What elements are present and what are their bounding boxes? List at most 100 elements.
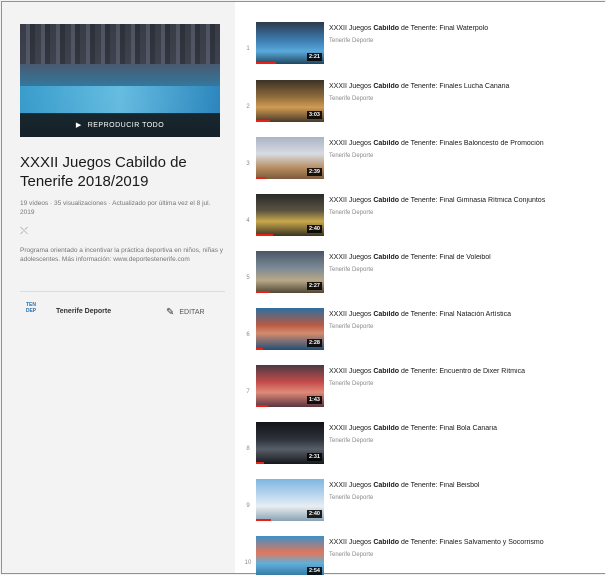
title-rest: de Tenerife: Finales Lucha Canaria [399, 83, 510, 90]
title-prefix: XXXII Juegos [329, 254, 374, 261]
playlist-hero-thumbnail[interactable]: ▶ REPRODUCIR TODO [20, 24, 220, 137]
edit-button[interactable]: ✎ EDITAR [166, 305, 205, 319]
video-duration: 2:54 [306, 567, 322, 575]
video-channel[interactable]: Tenerife Deporte [329, 495, 373, 501]
playlist-item[interactable]: 1 2:21 XXXII Juegos Cabildo de Tenerife:… [235, 22, 606, 74]
video-thumbnail[interactable]: 3:03 [256, 80, 324, 122]
video-title[interactable]: XXXII Juegos Cabildo de Tenerife: Final … [329, 254, 604, 261]
video-duration: 2:40 [306, 225, 322, 233]
playlist-item[interactable]: 3 2:39 XXXII Juegos Cabildo de Tenerife:… [235, 137, 606, 189]
title-bold: Cabildo [373, 83, 400, 90]
video-title[interactable]: XXXII Juegos Cabildo de Tenerife: Final … [329, 197, 604, 204]
title-bold: Cabildo [373, 311, 400, 318]
item-index: 6 [246, 332, 250, 338]
playlist-item[interactable]: 8 2:31 XXXII Juegos Cabildo de Tenerife:… [235, 422, 606, 474]
title-bold: Cabildo [373, 25, 400, 32]
video-title[interactable]: XXXII Juegos Cabildo de Tenerife: Finale… [329, 140, 604, 147]
play-all-button[interactable]: ▶ REPRODUCIR TODO [20, 113, 220, 137]
video-duration: 2:27 [306, 282, 322, 290]
watch-progress [256, 405, 269, 407]
item-index: 3 [246, 161, 250, 167]
title-bold: Cabildo [373, 368, 400, 375]
sidebar-divider [20, 291, 225, 292]
title-bold: Cabildo [373, 425, 400, 432]
video-channel[interactable]: Tenerife Deporte [329, 552, 373, 558]
item-index: 9 [246, 503, 250, 509]
title-rest: de Tenerife: Final Bola Canaria [399, 425, 497, 432]
video-thumbnail[interactable]: 2:28 [256, 308, 324, 350]
video-thumbnail[interactable]: 2:27 [256, 251, 324, 293]
video-channel[interactable]: Tenerife Deporte [329, 438, 373, 444]
video-channel[interactable]: Tenerife Deporte [329, 210, 373, 216]
video-thumbnail[interactable]: 2:40 [256, 194, 324, 236]
watch-progress [256, 234, 273, 236]
playlist-item[interactable]: 4 2:40 XXXII Juegos Cabildo de Tenerife:… [235, 194, 606, 246]
video-title[interactable]: XXXII Juegos Cabildo de Tenerife: Encuen… [329, 368, 604, 375]
title-rest: de Tenerife: Final Waterpolo [399, 25, 489, 32]
watch-progress [256, 62, 277, 64]
video-channel[interactable]: Tenerife Deporte [329, 324, 373, 330]
video-duration: 2:28 [306, 339, 322, 347]
playlist-item[interactable]: 2 3:03 XXXII Juegos Cabildo de Tenerife:… [235, 80, 606, 132]
video-channel[interactable]: Tenerife Deporte [329, 267, 373, 273]
title-bold: Cabildo [373, 197, 400, 204]
video-title[interactable]: XXXII Juegos Cabildo de Tenerife: Finale… [329, 539, 604, 546]
title-prefix: XXXII Juegos [329, 539, 374, 546]
item-index: 2 [246, 104, 250, 110]
playlist-meta: 19 vídeos · 35 visualizaciones · Actuali… [20, 200, 211, 216]
video-duration: 3:03 [306, 111, 322, 119]
title-prefix: XXXII Juegos [329, 197, 374, 204]
title-prefix: XXXII Juegos [329, 140, 374, 147]
watch-progress [256, 519, 271, 521]
title-bold: Cabildo [373, 254, 400, 261]
video-duration: 2:21 [306, 53, 322, 61]
playlist-owner: TEN DEP Tenerife Deporte ✎ EDITAR [20, 302, 225, 324]
video-title[interactable]: XXXII Juegos Cabildo de Tenerife: Finale… [329, 83, 604, 90]
play-icon: ▶ [75, 122, 82, 129]
title-rest: de Tenerife: Final Beisbol [399, 482, 480, 489]
video-channel[interactable]: Tenerife Deporte [329, 153, 373, 159]
play-all-label: REPRODUCIR TODO [87, 121, 165, 129]
item-index: 1 [246, 46, 250, 52]
title-bold: Cabildo [373, 140, 400, 147]
playlist-title: XXXII Juegos Cabildo de Tenerife 2018/20… [20, 154, 187, 190]
video-thumbnail[interactable]: 2:21 [256, 22, 324, 64]
title-prefix: XXXII Juegos [329, 368, 374, 375]
playlist-item[interactable]: 7 1:43 XXXII Juegos Cabildo de Tenerife:… [235, 365, 606, 417]
channel-name[interactable]: Tenerife Deporte [56, 308, 111, 315]
playlist-video-list: 1 2:21 XXXII Juegos Cabildo de Tenerife:… [235, 2, 606, 575]
video-duration: 2:31 [306, 453, 322, 461]
video-title[interactable]: XXXII Juegos Cabildo de Tenerife: Final … [329, 425, 604, 432]
playlist-item[interactable]: 10 2:54 XXXII Juegos Cabildo de Tenerife… [235, 536, 606, 575]
video-thumbnail[interactable]: 2:40 [256, 479, 324, 521]
playlist-page: ▶ REPRODUCIR TODO XXXII Juegos Cabildo d… [1, 1, 606, 575]
playlist-item[interactable]: 6 2:28 XXXII Juegos Cabildo de Tenerife:… [235, 308, 606, 360]
title-prefix: XXXII Juegos [329, 425, 374, 432]
title-bold: Cabildo [373, 539, 400, 546]
title-rest: de Tenerife: Finales Baloncesto de Promo… [399, 140, 544, 147]
video-channel[interactable]: Tenerife Deporte [329, 96, 373, 102]
video-channel[interactable]: Tenerife Deporte [329, 381, 373, 387]
shuffle-icon[interactable]: ⤬ [20, 226, 34, 238]
video-title[interactable]: XXXII Juegos Cabildo de Tenerife: Final … [329, 482, 604, 489]
hero-image-crowd [20, 24, 220, 64]
watch-progress [256, 291, 270, 293]
playlist-item[interactable]: 9 2:40 XXXII Juegos Cabildo de Tenerife:… [235, 479, 606, 531]
video-title[interactable]: XXXII Juegos Cabildo de Tenerife: Final … [329, 311, 604, 318]
title-bold: Cabildo [373, 482, 400, 489]
title-rest: de Tenerife: Final de Voleibol [399, 254, 491, 261]
channel-avatar[interactable]: TEN DEP [24, 302, 38, 318]
title-rest: de Tenerife: Finales Salvamento y Socorr… [399, 539, 544, 546]
video-duration: 1:43 [306, 396, 322, 404]
title-prefix: XXXII Juegos [329, 482, 374, 489]
video-thumbnail[interactable]: 2:39 [256, 137, 324, 179]
video-title[interactable]: XXXII Juegos Cabildo de Tenerife: Final … [329, 25, 604, 32]
item-index: 10 [244, 560, 252, 566]
title-rest: de Tenerife: Final Gimnasia Rítmica Conj… [399, 197, 546, 204]
watch-progress [256, 120, 270, 122]
video-thumbnail[interactable]: 2:54 [256, 536, 324, 575]
video-thumbnail[interactable]: 2:31 [256, 422, 324, 464]
video-thumbnail[interactable]: 1:43 [256, 365, 324, 407]
video-channel[interactable]: Tenerife Deporte [329, 38, 373, 44]
playlist-item[interactable]: 5 2:27 XXXII Juegos Cabildo de Tenerife:… [235, 251, 606, 303]
